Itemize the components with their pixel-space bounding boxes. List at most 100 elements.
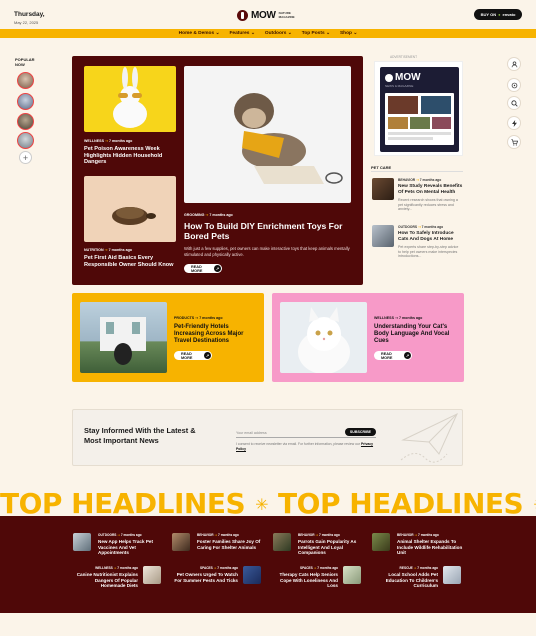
hero-image-turtle[interactable]: [84, 176, 176, 242]
marquee-star-icon: ✳: [255, 495, 269, 514]
marquee-text: TOP HEADLINES: [0, 487, 246, 520]
hero-main-tag: GROOMING ⇾ 7 months ago: [184, 213, 233, 217]
moon-icon[interactable]: [507, 78, 521, 92]
hero-left-bottom-tag: NUTRITION ⇾ 7 months ago: [84, 248, 132, 252]
headline-thumb[interactable]: [273, 533, 291, 551]
read-more-label: READ MORE: [381, 351, 393, 360]
user-icon[interactable]: [507, 57, 521, 71]
newsletter-legal: I consent to receive newsletter via emai…: [236, 442, 374, 451]
popular-now-label: POPULAR NOW: [15, 57, 35, 67]
top-headlines-marquee: TOP HEADLINES✳TOP HEADLINES✳TOP HEADLINE…: [0, 487, 536, 521]
headline-thumb[interactable]: [443, 566, 461, 584]
hero-main-excerpt: With just a few supplies, pet owners can…: [184, 246, 350, 257]
headline-tag: SPACES ⇾ 7 months ago: [299, 566, 338, 570]
logo-tagline: NATURE MAGAZINE: [278, 11, 295, 19]
ad-panel: MOW NEWS & MAGAZINE: [380, 67, 459, 152]
date-full: May 22, 2025: [14, 20, 39, 25]
card-read-more-button[interactable]: READ MORE ↗: [374, 351, 412, 360]
ad-logo-icon: [385, 73, 393, 82]
read-more-label: READ MORE: [181, 351, 193, 360]
hero-main-title[interactable]: How To Build DIY Enrichment Toys For Bor…: [184, 221, 354, 242]
headline-tag: BEHAVIOR ⇾ 7 months ago: [397, 533, 439, 537]
card-read-more-button[interactable]: READ MORE ↗: [174, 351, 212, 360]
ad-label: ADVERTISEMENT: [390, 55, 418, 59]
headline-title[interactable]: Parrots Gain Popularity As Intelligent A…: [298, 539, 364, 556]
ad-banner[interactable]: MOW NEWS & MAGAZINE: [374, 61, 463, 156]
hero-read-more-button[interactable]: READ MORE ↗: [184, 264, 222, 273]
envato-leaf-icon: ●: [498, 12, 501, 17]
cart-icon[interactable]: [507, 135, 521, 149]
headline-thumb[interactable]: [372, 533, 390, 551]
top-headlines-section: [0, 516, 536, 613]
hero-main-image-dog[interactable]: [184, 66, 351, 203]
pet-care-tag: OUTDOORS ⇾ 7 months ago: [398, 225, 444, 229]
headline-thumb[interactable]: [243, 566, 261, 584]
nav-item-features[interactable]: Features ⌄: [229, 31, 254, 36]
headline-tag: RESCUE ⇾ 7 months ago: [399, 566, 438, 570]
headline-title[interactable]: Foster Families Share Joy Of Caring For …: [197, 539, 263, 550]
pet-care-heading: PET CARE: [371, 165, 392, 170]
headline-title[interactable]: Canine Nutritionist Explains Dangers Of …: [72, 572, 138, 589]
headline-tag: BEHAVIOR ⇾ 7 months ago: [298, 533, 340, 537]
card-title[interactable]: Understanding Your Cat's Body Language A…: [374, 324, 458, 346]
headline-thumb[interactable]: [143, 566, 161, 584]
pet-care-excerpt: Recent research shows that owning a pet …: [398, 198, 458, 212]
pet-care-thumb[interactable]: [372, 225, 394, 247]
buy-brand: envato: [502, 12, 516, 17]
headline-thumb[interactable]: [343, 566, 361, 584]
headline-title[interactable]: Therapy Cats Help Seniors Cope With Lone…: [272, 572, 338, 589]
hero-left-top-tag: WELLNESS ⇾ 7 months ago: [84, 139, 133, 143]
nav-item-home[interactable]: Home & Demos ⌄: [179, 31, 220, 36]
main-nav: Home & Demos ⌄ Features ⌄ Outdoors ⌄ Top…: [0, 29, 536, 38]
newsletter-email-input[interactable]: Your email address: [236, 431, 267, 435]
buy-on-envato-button[interactable]: BUY ON ● envato: [474, 9, 522, 20]
arrow-icon: ↗: [204, 352, 211, 359]
card-wellness: WELLNESS ⇾ 7 months ago Understanding Yo…: [272, 293, 464, 382]
popular-avatar[interactable]: [17, 93, 34, 110]
bolt-icon[interactable]: [507, 116, 521, 130]
headline-title[interactable]: Local School Adds Pet Education To Child…: [372, 572, 438, 589]
headline-title[interactable]: Pet Owners Urged To Watch For Summer Pes…: [172, 572, 238, 583]
card-image-cat[interactable]: [280, 302, 367, 373]
popular-avatar[interactable]: [17, 113, 34, 130]
marquee-star-icon: ✳: [523, 495, 536, 514]
popular-avatar[interactable]: [17, 72, 34, 89]
card-title[interactable]: Pet-Friendly Hotels Increasing Across Ma…: [174, 324, 258, 346]
card-tag: PRODUCTS ⇾ 7 months ago: [174, 316, 223, 320]
site-logo[interactable]: MOW NATURE MAGAZINE: [237, 10, 305, 21]
pet-care-thumb[interactable]: [372, 178, 394, 200]
ad-screen: [385, 93, 454, 145]
hero-left-bottom-title[interactable]: Pet First Aid Basics Every Responsible O…: [84, 255, 179, 268]
logo-text: MOW: [251, 10, 276, 21]
nav-item-shop[interactable]: Shop ⌄: [340, 31, 357, 36]
headline-title[interactable]: New App Helps Track Pet Vaccines And Vet…: [98, 539, 164, 556]
pet-care-tag: BEHAVIOR ⇾ 7 months ago: [398, 178, 442, 182]
nav-item-top-posts[interactable]: Top Posts ⌄: [302, 31, 330, 36]
card-tag: WELLNESS ⇾ 7 months ago: [374, 316, 423, 320]
hero-left-top-title[interactable]: Pet Poison Awareness Week Highlights Hid…: [84, 146, 179, 166]
headline-tag: SPACES ⇾ 7 months ago: [199, 566, 238, 570]
marquee-text: TOP HEADLINES: [278, 487, 524, 520]
headline-title[interactable]: Animal Shelter Expands To Include Wildli…: [397, 539, 463, 556]
headline-thumb[interactable]: [73, 533, 91, 551]
headline-tag: OUTDOORS ⇾ 7 months ago: [98, 533, 142, 537]
headline-thumb[interactable]: [172, 533, 190, 551]
card-products: PRODUCTS ⇾ 7 months ago Pet-Friendly Hot…: [72, 293, 264, 382]
paper-plane-icon: [395, 410, 463, 466]
hero-image-rabbit[interactable]: [84, 66, 176, 132]
popular-avatar[interactable]: [17, 132, 34, 149]
card-image-dog-hotel[interactable]: [80, 302, 167, 373]
subscribe-button[interactable]: SUBSCRIBE: [345, 428, 376, 436]
pet-care-title[interactable]: New Study Reveals Benefits Of Pets On Me…: [398, 184, 464, 196]
logo-mark-icon: [237, 10, 248, 21]
arrow-icon: ↗: [404, 352, 411, 359]
buy-label: BUY ON: [480, 12, 497, 17]
popular-label-2: NOW: [15, 62, 25, 67]
ad-logo: MOW: [385, 72, 421, 83]
popular-add-button[interactable]: +: [19, 151, 32, 164]
pet-care-title[interactable]: How To Safely Introduce Cats And Dogs At…: [398, 231, 464, 243]
read-more-label: READ MORE: [191, 264, 203, 273]
headline-tag: BEHAVIOR ⇾ 7 months ago: [197, 533, 239, 537]
search-icon[interactable]: [507, 96, 521, 110]
nav-item-outdoors[interactable]: Outdoors ⌄: [265, 31, 292, 36]
